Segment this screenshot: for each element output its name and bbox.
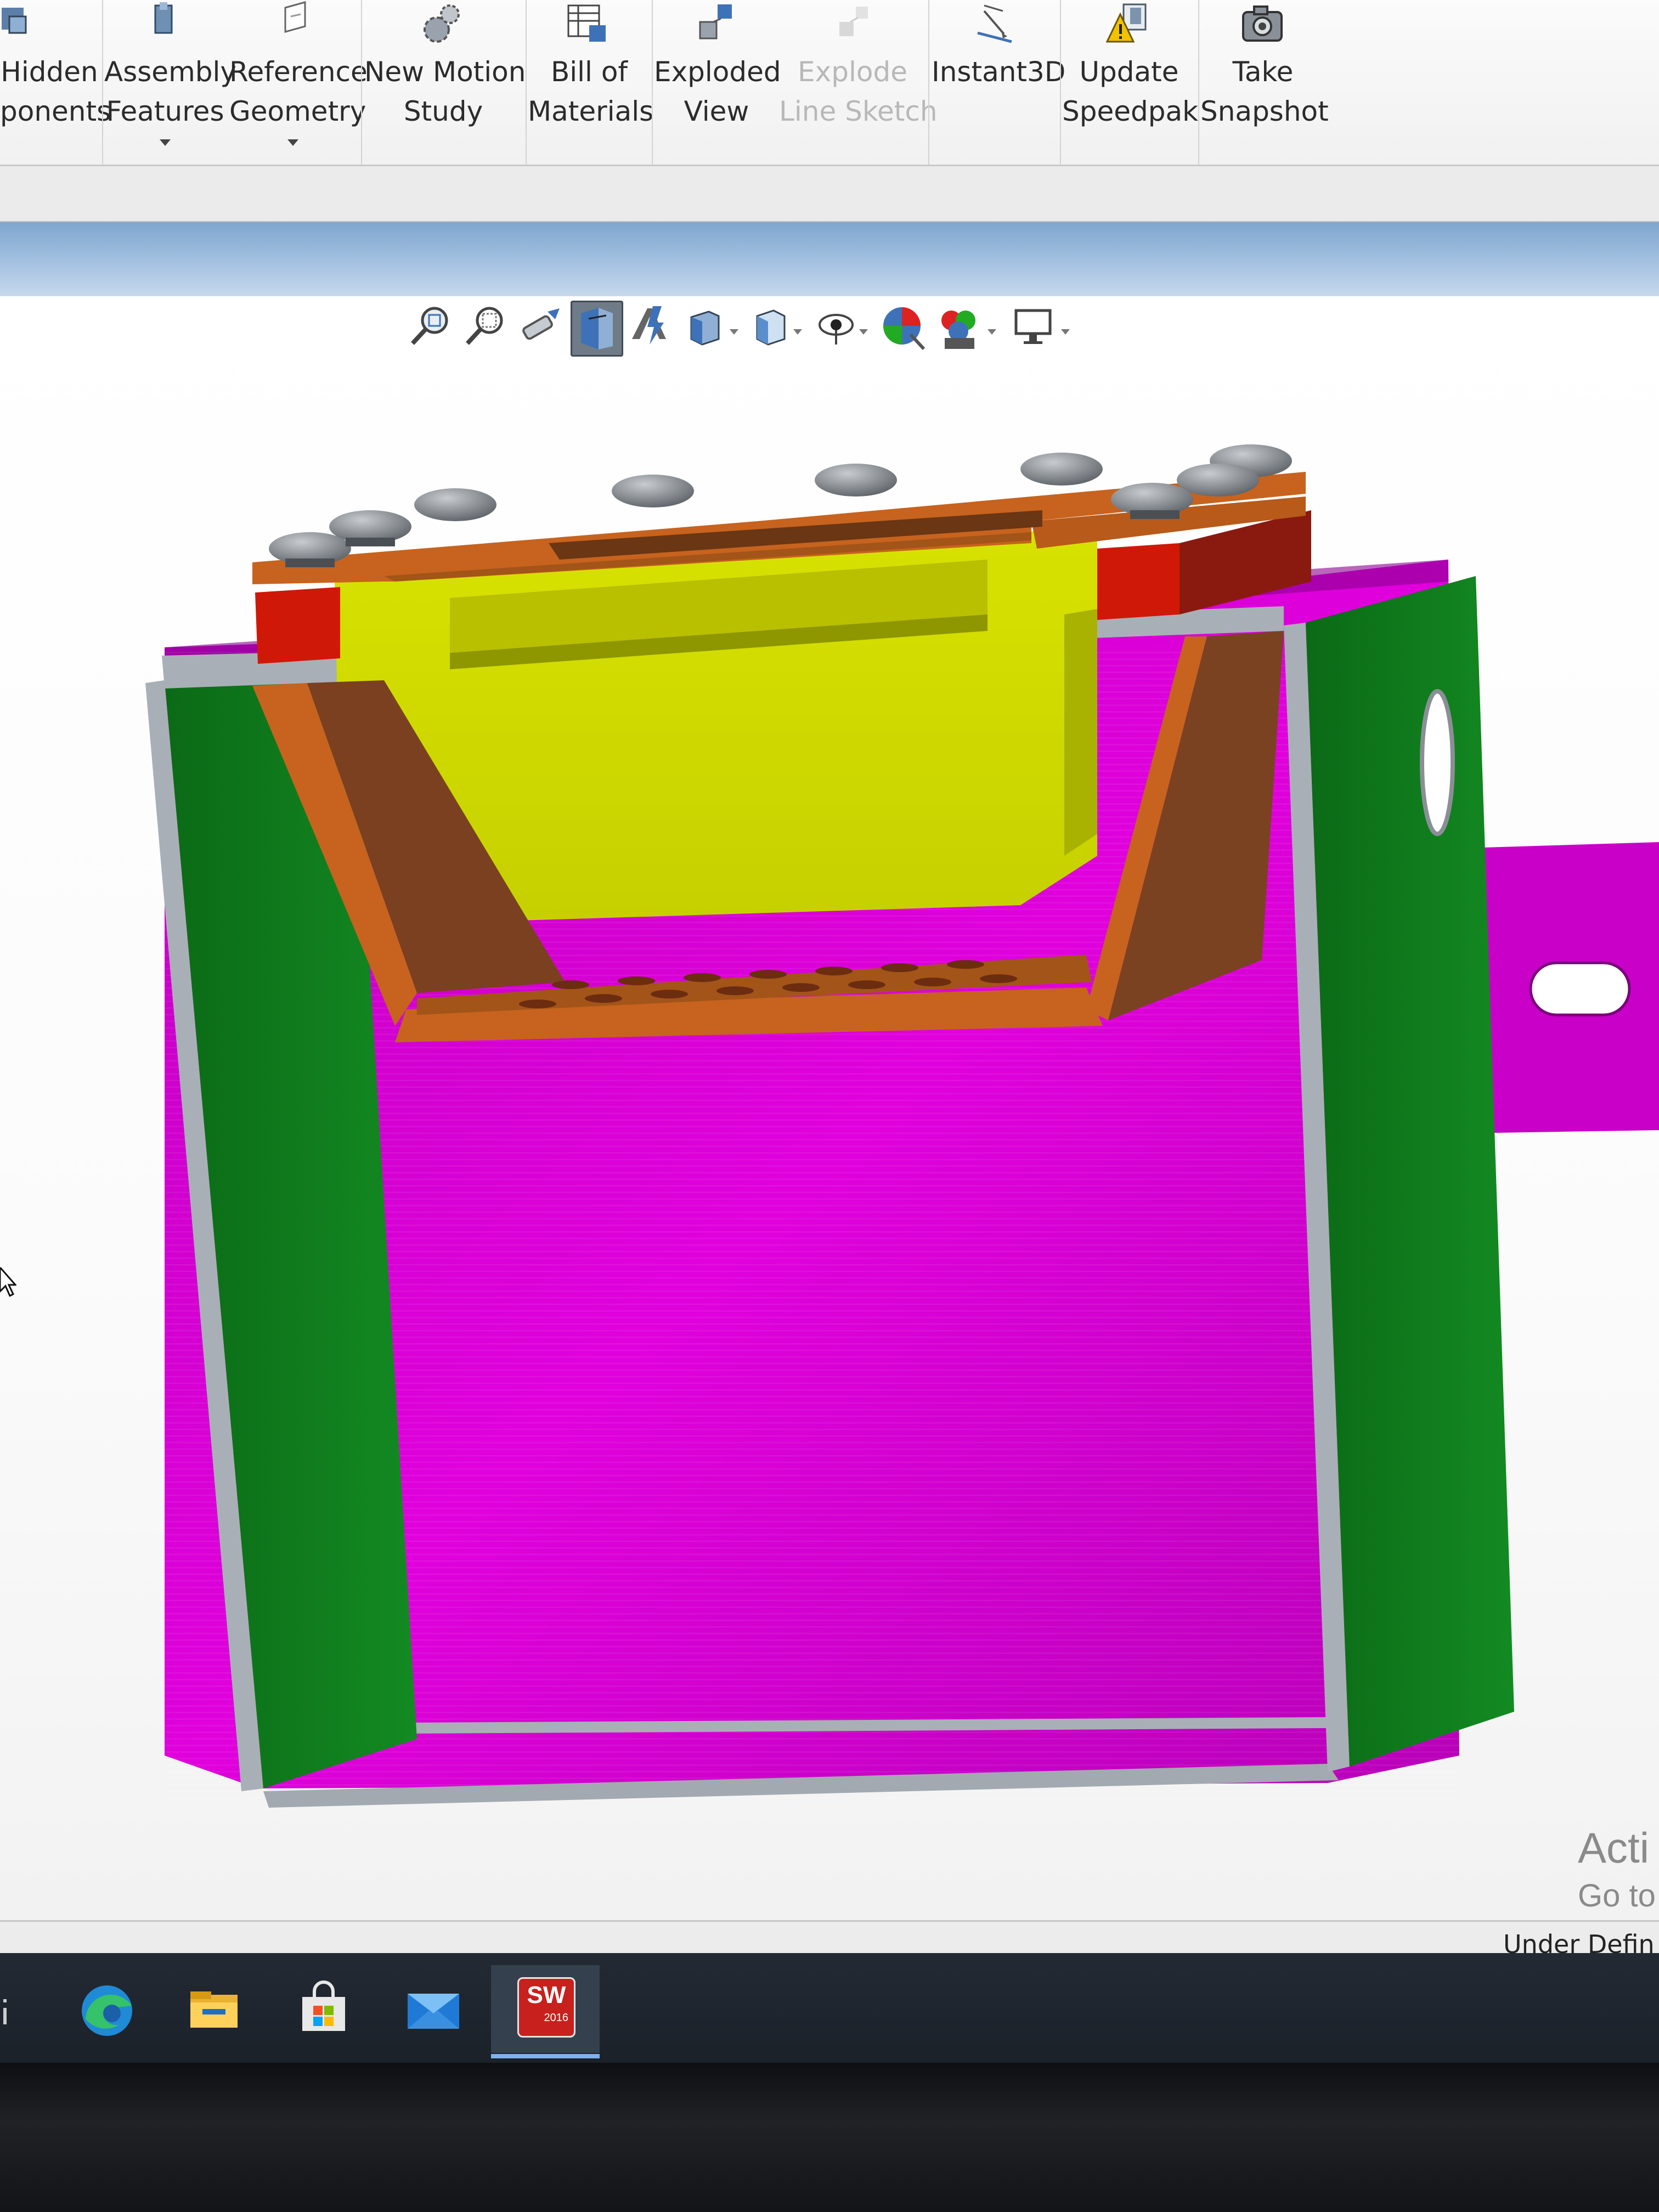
activate-windows-watermark: Acti Go to <box>1578 1821 1656 1918</box>
app-icon-version: 2016 <box>544 2012 569 2024</box>
side-plate-hole <box>1420 689 1455 836</box>
microsoft-store-icon[interactable] <box>288 1975 359 2046</box>
mouse-cursor-icon <box>0 1267 16 1297</box>
app-icon-label: SW <box>527 1982 566 2008</box>
task-view-edge <box>3 1999 7 2002</box>
solidworks-taskbar-button[interactable]: SW 2016 <box>491 1965 600 2058</box>
task-view-edge <box>3 2008 7 2024</box>
assembly-model[interactable] <box>0 0 1659 1920</box>
file-explorer-icon[interactable] <box>178 1975 250 2046</box>
windows-taskbar: SW 2016 <box>0 1953 1659 2063</box>
watermark-subtitle: Go to <box>1578 1878 1656 1914</box>
solidworks-app-icon: SW 2016 <box>517 1977 575 2038</box>
active-app-indicator <box>491 2054 600 2058</box>
watermark-title: Acti <box>1578 1824 1650 1872</box>
tab-slot-hole <box>1529 961 1631 1017</box>
monitor-bezel <box>0 2063 1659 2212</box>
mail-icon[interactable] <box>398 1975 469 2046</box>
edge-browser-icon[interactable] <box>71 1975 143 2046</box>
